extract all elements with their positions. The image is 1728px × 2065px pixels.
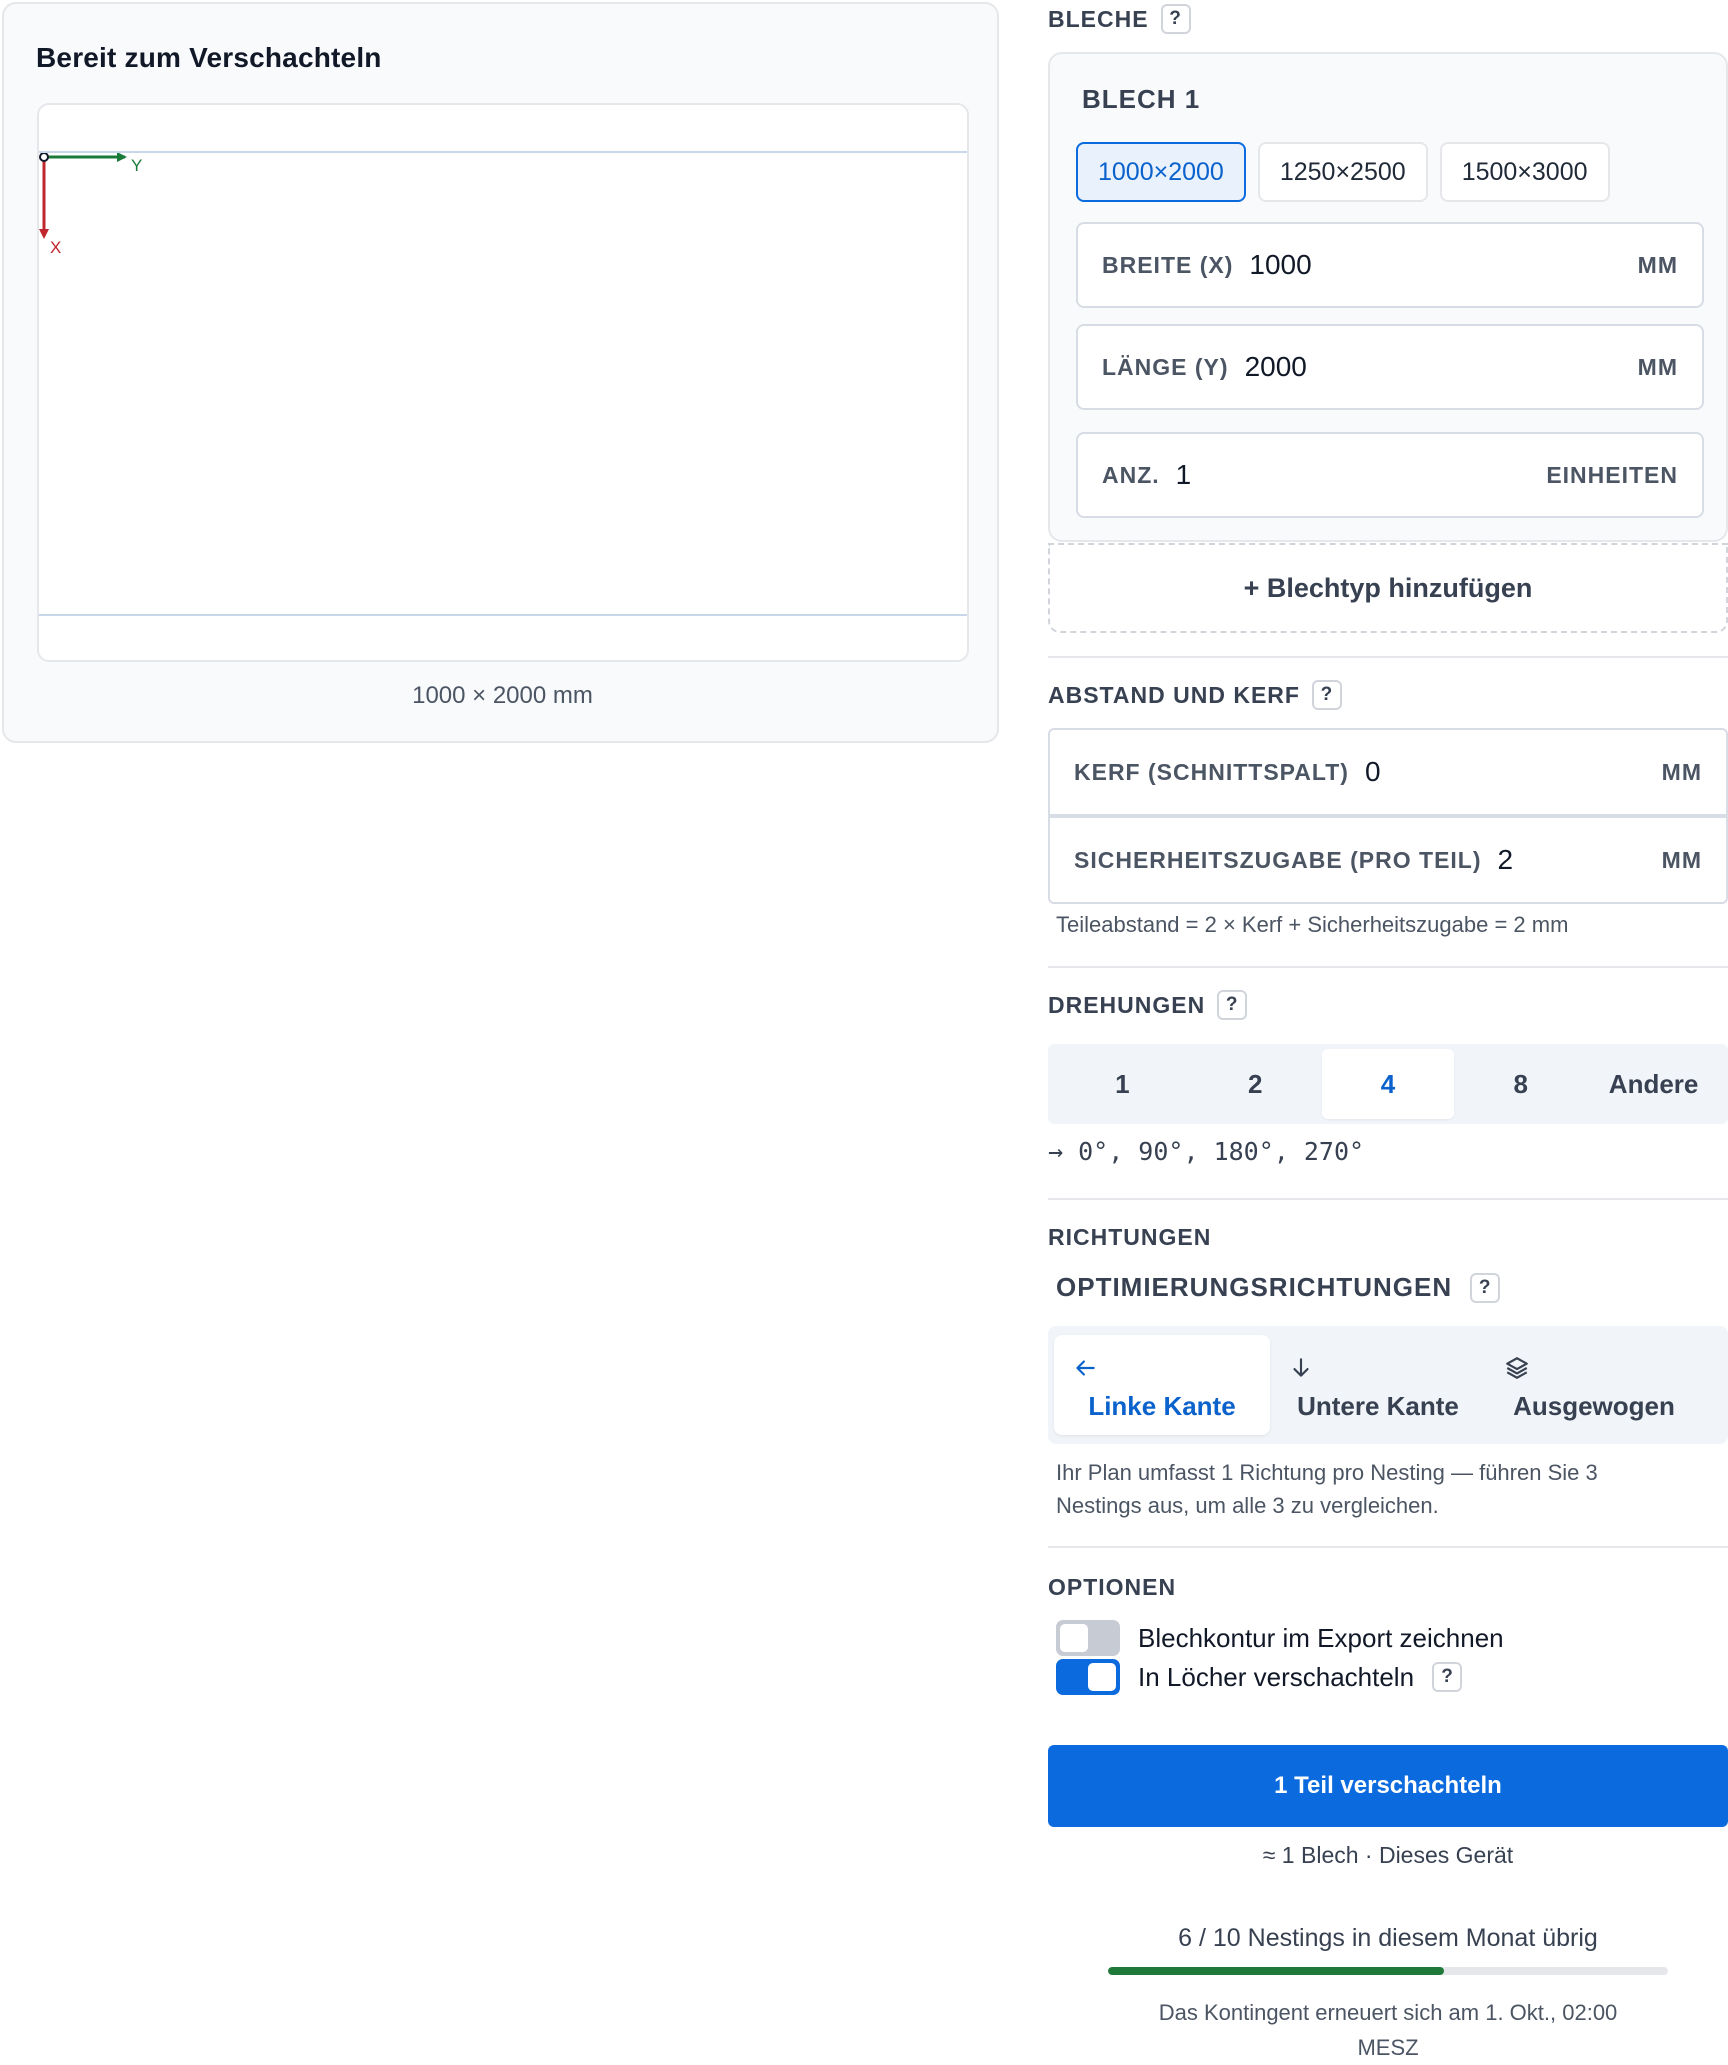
direction-balanced-label: Ausgewogen [1513, 1391, 1675, 1421]
directions-help-icon[interactable]: ? [1470, 1272, 1501, 1303]
sheets-section-title: BLECHE ? [1048, 4, 1191, 34]
direction-balanced[interactable]: Ausgewogen [1486, 1335, 1702, 1435]
direction-bottom-edge[interactable]: Untere Kante [1270, 1335, 1486, 1435]
safety-margin-input[interactable] [1497, 844, 1662, 876]
spacing-help-icon[interactable]: ? [1311, 680, 1342, 710]
divider [1048, 1198, 1728, 1200]
y-axis-label: Y [131, 156, 142, 175]
spacing-formula: Teileabstand = 2 × Kerf + Sicherheitszug… [1056, 912, 1569, 937]
length-label: LÄNGE (Y) [1102, 353, 1229, 380]
arrow-down-icon [1293, 1358, 1309, 1377]
quantity-unit: EINHEITEN [1546, 461, 1678, 488]
origin-point [39, 153, 49, 162]
rotation-option-2[interactable]: 2 [1189, 1049, 1322, 1119]
nest-estimate: ≈ 1 Blech · Dieses Gerät [1262, 1842, 1514, 1868]
sheet-area: Y X [39, 151, 967, 616]
kerf-label: KERF (SCHNITTSPALT) [1074, 758, 1349, 785]
rotation-option-other[interactable]: Andere [1587, 1049, 1720, 1119]
sheet-card: BLECH 1 1000×2000 1250×2500 1500×3000 BR… [1048, 52, 1728, 542]
kerf-input[interactable] [1364, 756, 1662, 788]
preset-1000x2000[interactable]: 1000×2000 [1076, 142, 1246, 202]
kerf-unit: MM [1661, 758, 1702, 785]
nesting-preview-card: Bereit zum Verschachteln Y X 1000 × 2000… [2, 2, 999, 743]
optimization-directions-title: OPTIMIERUNGSRICHTUNGEN ? [1056, 1272, 1501, 1303]
rotation-option-1[interactable]: 1 [1056, 1049, 1189, 1119]
nest-parts-button[interactable]: 1 Teil verschachteln [1048, 1745, 1728, 1827]
quota-renewal: Das Kontingent erneuert sich am 1. Okt.,… [1158, 2000, 1618, 2061]
kerf-field[interactable]: KERF (SCHNITTSPALT) MM [1048, 728, 1728, 816]
divider [1048, 1546, 1728, 1548]
quantity-label: ANZ. [1102, 461, 1160, 488]
width-field[interactable]: BREITE (X) MM [1076, 222, 1704, 308]
layers-icon [1506, 1357, 1528, 1379]
nest-holes-label: In Löcher verschachteln [1138, 1661, 1415, 1692]
draw-outline-label: Blechkontur im Export zeichnen [1138, 1622, 1504, 1653]
rotations-segmented-control: 1 2 4 8 Andere [1048, 1044, 1728, 1124]
rotation-angles: → 0°, 90°, 180°, 270° [1048, 1137, 1365, 1166]
width-label: BREITE (X) [1102, 251, 1234, 278]
length-input[interactable] [1244, 351, 1638, 383]
rotations-help-icon[interactable]: ? [1217, 990, 1248, 1020]
safety-margin-field[interactable]: SICHERHEITSZUGABE (PRO TEIL) MM [1048, 816, 1728, 904]
spacing-section-title: ABSTAND UND KERF ? [1048, 680, 1342, 710]
length-field[interactable]: LÄNGE (Y) MM [1076, 324, 1704, 410]
rotation-option-4[interactable]: 4 [1321, 1049, 1455, 1119]
preset-1250x2500[interactable]: 1250×2500 [1257, 142, 1428, 202]
direction-left-edge-label: Linke Kante [1088, 1391, 1236, 1421]
quota-text: 6 / 10 Nestings in diesem Monat übrig [1178, 1924, 1598, 1952]
axis-indicator: Y X [39, 153, 142, 257]
nest-holes-option: In Löcher verschachteln ? [1056, 1659, 1463, 1695]
preset-1500x3000[interactable]: 1500×3000 [1439, 142, 1610, 202]
rotation-option-8[interactable]: 8 [1454, 1049, 1587, 1119]
preview-title: Bereit zum Verschachteln [36, 42, 382, 73]
draw-outline-option: Blechkontur im Export zeichnen [1056, 1620, 1504, 1656]
width-unit: MM [1637, 251, 1678, 278]
x-axis-arrow [39, 157, 49, 239]
length-unit: MM [1637, 353, 1678, 380]
quantity-input[interactable] [1175, 459, 1547, 491]
quota-progress-fill [1108, 1967, 1444, 1975]
sheets-help-icon[interactable]: ? [1160, 4, 1191, 34]
arrow-left-icon [1076, 1360, 1095, 1376]
rotations-section-title: DREHUNGEN ? [1048, 990, 1248, 1020]
nest-holes-toggle[interactable] [1056, 1659, 1120, 1695]
safety-margin-unit: MM [1661, 846, 1702, 873]
direction-left-edge[interactable]: Linke Kante [1054, 1335, 1270, 1435]
divider [1048, 966, 1728, 968]
add-sheet-type-button[interactable]: + Blechtyp hinzufügen [1048, 543, 1728, 633]
width-input[interactable] [1249, 249, 1638, 281]
directions-section-title: RICHTUNGEN [1048, 1224, 1212, 1250]
safety-margin-label: SICHERHEITSZUGABE (PRO TEIL) [1074, 846, 1482, 873]
direction-bottom-edge-label: Untere Kante [1297, 1391, 1459, 1421]
quota-progress-bar [1108, 1967, 1668, 1975]
options-section-title: OPTIONEN [1048, 1574, 1177, 1600]
sheet-presets: 1000×2000 1250×2500 1500×3000 [1076, 142, 1610, 202]
nest-holes-help-icon[interactable]: ? [1432, 1662, 1463, 1692]
directions-hint: Ihr Plan umfasst 1 Richtung pro Nesting … [1056, 1460, 1598, 1518]
directions-segmented-control: Linke Kante Untere Kante Ausgewogen [1048, 1326, 1728, 1444]
x-axis-label: X [50, 238, 61, 257]
draw-outline-toggle[interactable] [1056, 1620, 1120, 1656]
sheet-size-caption: 1000 × 2000 mm [412, 682, 593, 709]
sheet-canvas[interactable]: Y X [37, 103, 969, 662]
y-axis-arrow [44, 153, 127, 162]
quantity-field[interactable]: ANZ. EINHEITEN [1076, 432, 1704, 518]
sheet-card-title: BLECH 1 [1082, 84, 1201, 114]
divider [1048, 656, 1728, 658]
